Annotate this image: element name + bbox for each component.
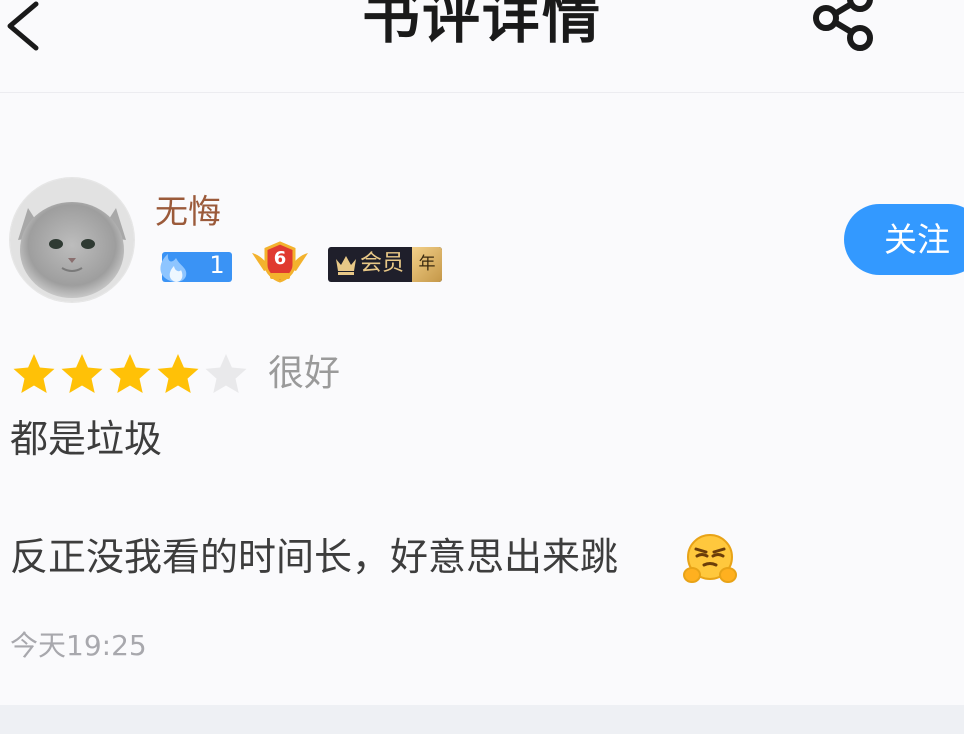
star-icon [61,354,103,393]
review-timestamp: 今天19:25 [10,629,147,662]
fans-level-badge: 1 [154,248,232,282]
review-text-line: 反正没我看的时间长，好意思出来跳 [10,535,619,579]
honor-level-number: 6 [273,248,287,269]
crown-icon [336,256,356,275]
smug-face-emoji [683,534,737,583]
star-empty-icon [205,354,247,393]
avatar[interactable] [10,178,134,302]
star-icon [157,354,199,393]
vip-label: 会员 [360,251,405,276]
share-icon[interactable] [808,0,884,56]
top-bar: 书评详情 [0,0,964,93]
star-icon [109,354,151,393]
vip-badge: 会员 年 [328,247,442,282]
vip-period: 年 [412,247,442,282]
star-icon [13,354,55,393]
follow-button[interactable]: 关注 [844,204,964,275]
section-divider [0,705,964,734]
fans-level-number: 1 [209,251,225,279]
honor-level-badge: 6 [250,241,310,283]
username[interactable]: 无悔 [155,190,221,234]
rating-label: 很好 [268,353,341,394]
review-text-line: 都是垃圾 [10,417,163,461]
